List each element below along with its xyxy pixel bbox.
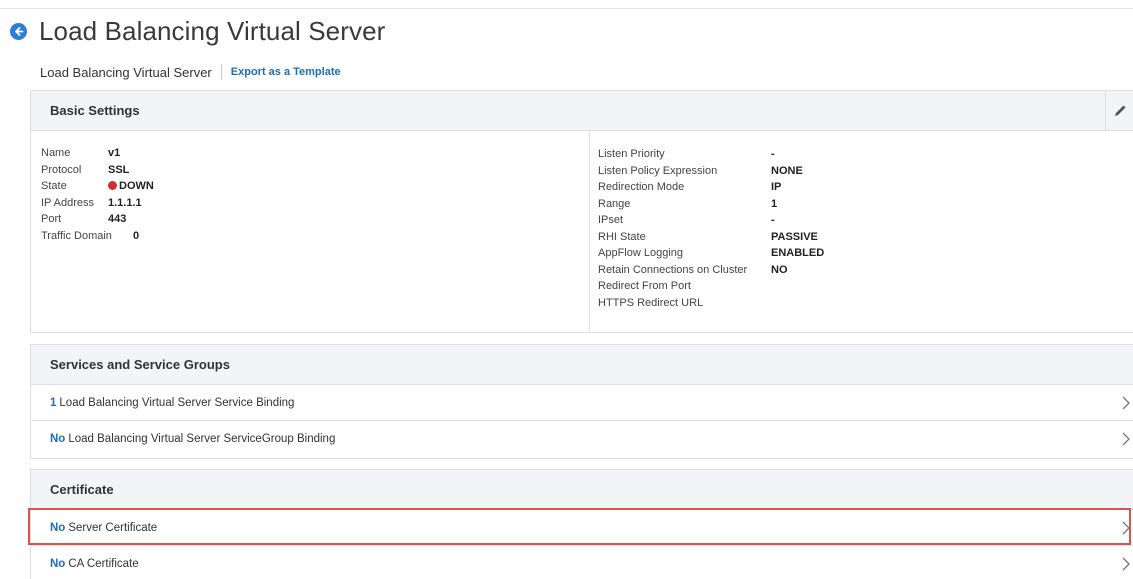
setting-value: NO xyxy=(771,263,788,276)
service-binding-row[interactable]: 1 Load Balancing Virtual Server Service … xyxy=(31,385,1133,421)
setting-state-row: State DOWN xyxy=(41,178,589,195)
setting-label: Listen Policy Expression xyxy=(598,164,718,177)
setting-value: SSL xyxy=(108,163,130,176)
setting-label: Traffic Domain xyxy=(41,229,112,242)
setting-row: Listen Priority - xyxy=(598,146,824,163)
setting-value-state: DOWN xyxy=(108,178,154,195)
setting-label: Protocol xyxy=(41,163,82,176)
certificate-header: Certificate xyxy=(31,470,1133,510)
basic-settings-panel: Basic Settings Name v1 Protocol SSL Stat… xyxy=(30,90,1133,333)
setting-label: Listen Priority xyxy=(598,148,665,160)
chevron-right-icon xyxy=(1122,521,1130,535)
sub-header-divider xyxy=(220,64,222,80)
basic-settings-header: Basic Settings xyxy=(31,91,1133,131)
setting-value: 1.1.1.1 xyxy=(108,196,142,209)
setting-label: RHI State xyxy=(598,230,646,243)
setting-label: HTTPS Redirect URL xyxy=(598,296,704,309)
basic-settings-right-column: Listen Priority - Listen Policy Expressio… xyxy=(598,146,824,311)
setting-label: Range xyxy=(598,197,631,210)
setting-ip-row: IP Address 1.1.1.1 xyxy=(41,195,589,212)
setting-traffic-domain-row: Traffic Domain 0 xyxy=(41,228,589,245)
services-header: Services and Service Groups xyxy=(31,345,1133,385)
setting-value: NONE xyxy=(771,164,803,177)
certificate-heading: Certificate xyxy=(50,482,114,497)
setting-name-row: Name v1 xyxy=(41,145,589,162)
setting-value: ENABLED xyxy=(771,247,825,259)
back-arrow-icon[interactable] xyxy=(10,22,27,40)
server-certificate-row[interactable]: No Server Certificate xyxy=(31,510,1133,546)
setting-label: Retain Connections on Cluster xyxy=(598,263,748,276)
setting-label: IPset xyxy=(598,214,624,226)
services-panel: Services and Service Groups 1 Load Balan… xyxy=(30,344,1133,459)
certificate-panel: Certificate No Server Certificate No CA … xyxy=(30,469,1133,579)
setting-row: IPset - xyxy=(598,212,824,229)
sub-header-title: Load Balancing Virtual Server xyxy=(40,64,212,80)
setting-value: v1 xyxy=(108,147,121,159)
setting-row: AppFlow Logging ENABLED xyxy=(598,245,824,262)
sub-header: Load Balancing Virtual Server Export as … xyxy=(40,62,341,82)
setting-row: Redirection Mode IP xyxy=(598,179,824,196)
binding-count: 1 xyxy=(50,396,57,409)
setting-row: RHI State PASSIVE xyxy=(598,229,824,246)
basic-settings-left-column: Name v1 Protocol SSL State DOWN IP Addre… xyxy=(31,131,590,333)
servicegroup-binding-row[interactable]: No Load Balancing Virtual Server Service… xyxy=(31,421,1133,457)
setting-value: 1 xyxy=(771,197,778,210)
binding-count: No xyxy=(50,521,66,534)
status-down-dot-icon xyxy=(108,181,117,190)
binding-label: Server Certificate xyxy=(68,521,158,534)
binding-label: Load Balancing Virtual Server ServiceGro… xyxy=(68,433,336,445)
binding-count: No xyxy=(50,433,66,445)
chevron-right-icon xyxy=(1122,396,1130,410)
setting-value: PASSIVE xyxy=(771,230,818,243)
setting-label: Name xyxy=(41,147,71,159)
page-header: Load Balancing Virtual Server xyxy=(10,14,385,48)
setting-protocol-row: Protocol SSL xyxy=(41,162,589,179)
setting-row: Listen Policy Expression NONE xyxy=(598,163,824,180)
edit-pencil-icon[interactable] xyxy=(1105,91,1133,131)
setting-value: - xyxy=(771,148,775,160)
setting-value: 0 xyxy=(133,229,140,242)
setting-value: IP xyxy=(771,181,782,193)
binding-label: CA Certificate xyxy=(68,558,139,570)
arrow-left-glyph xyxy=(15,26,24,36)
setting-row: Redirect From Port xyxy=(598,278,824,295)
services-heading: Services and Service Groups xyxy=(50,357,230,372)
pencil-glyph xyxy=(1114,105,1125,116)
setting-label: State xyxy=(41,180,67,192)
ca-certificate-row[interactable]: No CA Certificate xyxy=(31,546,1133,579)
chevron-right-icon xyxy=(1122,432,1130,446)
basic-settings-body: Name v1 Protocol SSL State DOWN IP Addre… xyxy=(31,131,1133,333)
setting-row: HTTPS Redirect URL xyxy=(598,295,824,312)
setting-label: AppFlow Logging xyxy=(598,247,684,259)
state-text: DOWN xyxy=(119,180,154,192)
chevron-right-icon xyxy=(1122,557,1130,571)
export-as-template-link[interactable]: Export as a Template xyxy=(231,66,341,78)
setting-value: - xyxy=(771,214,775,226)
page-title: Load Balancing Virtual Server xyxy=(39,15,386,46)
binding-count: No xyxy=(50,558,66,570)
setting-port-row: Port 443 xyxy=(41,211,589,228)
top-divider xyxy=(0,8,1133,9)
setting-label: Redirection Mode xyxy=(598,181,685,193)
setting-row: Retain Connections on Cluster NO xyxy=(598,262,824,279)
setting-value: 443 xyxy=(108,213,127,225)
setting-label: Port xyxy=(41,213,62,225)
setting-label: IP Address xyxy=(41,196,94,209)
binding-label: Load Balancing Virtual Server Service Bi… xyxy=(59,396,295,409)
setting-label: Redirect From Port xyxy=(598,280,691,292)
basic-settings-heading: Basic Settings xyxy=(50,103,140,118)
setting-row: Range 1 xyxy=(598,196,824,213)
